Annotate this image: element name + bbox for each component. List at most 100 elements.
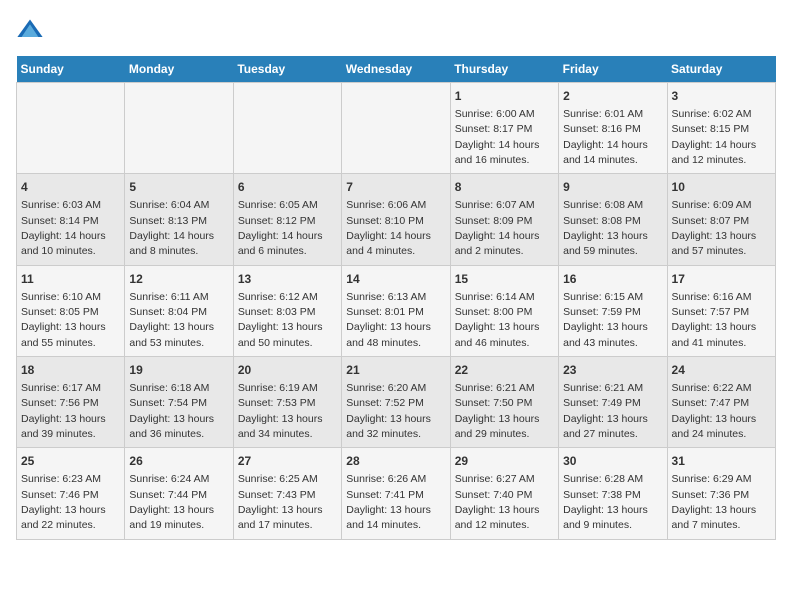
calendar-header-friday: Friday: [559, 56, 667, 83]
calendar-cell: 16 Sunrise: 6:15 AM Sunset: 7:59 PM Dayli…: [559, 265, 667, 356]
calendar-cell: 9 Sunrise: 6:08 AM Sunset: 8:08 PM Daylig…: [559, 174, 667, 265]
day-number: 10: [672, 179, 771, 196]
day-number: 25: [21, 453, 120, 470]
day-info: Sunrise: 6:29 AM Sunset: 7:36 PM Dayligh…: [672, 473, 757, 531]
calendar-header-saturday: Saturday: [667, 56, 775, 83]
calendar-header-monday: Monday: [125, 56, 233, 83]
day-info: Sunrise: 6:21 AM Sunset: 7:49 PM Dayligh…: [563, 382, 648, 440]
calendar-cell: 8 Sunrise: 6:07 AM Sunset: 8:09 PM Daylig…: [450, 174, 558, 265]
calendar-cell: [17, 83, 125, 174]
day-number: 23: [563, 362, 662, 379]
calendar-cell: 5 Sunrise: 6:04 AM Sunset: 8:13 PM Daylig…: [125, 174, 233, 265]
day-number: 22: [455, 362, 554, 379]
day-number: 27: [238, 453, 337, 470]
calendar-cell: 6 Sunrise: 6:05 AM Sunset: 8:12 PM Daylig…: [233, 174, 341, 265]
calendar-cell: 1 Sunrise: 6:00 AM Sunset: 8:17 PM Daylig…: [450, 83, 558, 174]
calendar-cell: 30 Sunrise: 6:28 AM Sunset: 7:38 PM Dayli…: [559, 448, 667, 539]
day-info: Sunrise: 6:17 AM Sunset: 7:56 PM Dayligh…: [21, 382, 106, 440]
day-info: Sunrise: 6:00 AM Sunset: 8:17 PM Dayligh…: [455, 108, 540, 166]
calendar-header-sunday: Sunday: [17, 56, 125, 83]
calendar-cell: 23 Sunrise: 6:21 AM Sunset: 7:49 PM Dayli…: [559, 357, 667, 448]
day-number: 17: [672, 271, 771, 288]
calendar-week-row: 11 Sunrise: 6:10 AM Sunset: 8:05 PM Dayli…: [17, 265, 776, 356]
calendar-cell: 4 Sunrise: 6:03 AM Sunset: 8:14 PM Daylig…: [17, 174, 125, 265]
calendar-cell: 24 Sunrise: 6:22 AM Sunset: 7:47 PM Dayli…: [667, 357, 775, 448]
calendar-cell: 25 Sunrise: 6:23 AM Sunset: 7:46 PM Dayli…: [17, 448, 125, 539]
day-info: Sunrise: 6:05 AM Sunset: 8:12 PM Dayligh…: [238, 199, 323, 257]
day-number: 1: [455, 88, 554, 105]
calendar-cell: 31 Sunrise: 6:29 AM Sunset: 7:36 PM Dayli…: [667, 448, 775, 539]
day-number: 16: [563, 271, 662, 288]
calendar-cell: 27Sunrise: 6:25 AM Sunset: 7:43 PM Dayli…: [233, 448, 341, 539]
day-number: 2: [563, 88, 662, 105]
calendar-header-row: SundayMondayTuesdayWednesdayThursdayFrid…: [17, 56, 776, 83]
day-number: 3: [672, 88, 771, 105]
calendar-cell: 29Sunrise: 6:27 AM Sunset: 7:40 PM Dayli…: [450, 448, 558, 539]
calendar-week-row: 4 Sunrise: 6:03 AM Sunset: 8:14 PM Daylig…: [17, 174, 776, 265]
calendar-header-wednesday: Wednesday: [342, 56, 450, 83]
day-number: 7: [346, 179, 445, 196]
day-info: Sunrise: 6:09 AM Sunset: 8:07 PM Dayligh…: [672, 199, 757, 257]
day-number: 26: [129, 453, 228, 470]
calendar-header-tuesday: Tuesday: [233, 56, 341, 83]
logo-icon: [16, 16, 44, 44]
day-number: 5: [129, 179, 228, 196]
day-number: 19: [129, 362, 228, 379]
calendar-cell: 3 Sunrise: 6:02 AM Sunset: 8:15 PM Daylig…: [667, 83, 775, 174]
day-info: Sunrise: 6:19 AM Sunset: 7:53 PM Dayligh…: [238, 382, 323, 440]
day-info: Sunrise: 6:22 AM Sunset: 7:47 PM Dayligh…: [672, 382, 757, 440]
day-info: Sunrise: 6:23 AM Sunset: 7:46 PM Dayligh…: [21, 473, 106, 531]
calendar-cell: [125, 83, 233, 174]
calendar-header-thursday: Thursday: [450, 56, 558, 83]
day-info: Sunrise: 6:07 AM Sunset: 8:09 PM Dayligh…: [455, 199, 540, 257]
calendar-cell: 26Sunrise: 6:24 AM Sunset: 7:44 PM Dayli…: [125, 448, 233, 539]
logo: [16, 16, 48, 44]
day-info: Sunrise: 6:04 AM Sunset: 8:13 PM Dayligh…: [129, 199, 214, 257]
day-info: Sunrise: 6:01 AM Sunset: 8:16 PM Dayligh…: [563, 108, 648, 166]
day-info: Sunrise: 6:20 AM Sunset: 7:52 PM Dayligh…: [346, 382, 431, 440]
calendar-cell: 11 Sunrise: 6:10 AM Sunset: 8:05 PM Dayli…: [17, 265, 125, 356]
day-info: Sunrise: 6:06 AM Sunset: 8:10 PM Dayligh…: [346, 199, 431, 257]
day-number: 8: [455, 179, 554, 196]
calendar-cell: 17Sunrise: 6:16 AM Sunset: 7:57 PM Dayli…: [667, 265, 775, 356]
day-info: Sunrise: 6:13 AM Sunset: 8:01 PM Dayligh…: [346, 291, 431, 349]
day-number: 31: [672, 453, 771, 470]
day-info: Sunrise: 6:03 AM Sunset: 8:14 PM Dayligh…: [21, 199, 106, 257]
day-number: 4: [21, 179, 120, 196]
calendar-cell: 21 Sunrise: 6:20 AM Sunset: 7:52 PM Dayli…: [342, 357, 450, 448]
calendar-cell: 15Sunrise: 6:14 AM Sunset: 8:00 PM Dayli…: [450, 265, 558, 356]
day-number: 30: [563, 453, 662, 470]
day-info: Sunrise: 6:08 AM Sunset: 8:08 PM Dayligh…: [563, 199, 648, 257]
day-info: Sunrise: 6:28 AM Sunset: 7:38 PM Dayligh…: [563, 473, 648, 531]
day-info: Sunrise: 6:26 AM Sunset: 7:41 PM Dayligh…: [346, 473, 431, 531]
day-number: 24: [672, 362, 771, 379]
calendar-cell: [342, 83, 450, 174]
calendar-cell: [233, 83, 341, 174]
day-number: 12: [129, 271, 228, 288]
day-number: 15: [455, 271, 554, 288]
day-number: 20: [238, 362, 337, 379]
day-number: 28: [346, 453, 445, 470]
day-info: Sunrise: 6:27 AM Sunset: 7:40 PM Dayligh…: [455, 473, 540, 531]
day-number: 6: [238, 179, 337, 196]
day-number: 13: [238, 271, 337, 288]
calendar-cell: 14 Sunrise: 6:13 AM Sunset: 8:01 PM Dayli…: [342, 265, 450, 356]
day-info: Sunrise: 6:15 AM Sunset: 7:59 PM Dayligh…: [563, 291, 648, 349]
day-info: Sunrise: 6:10 AM Sunset: 8:05 PM Dayligh…: [21, 291, 106, 349]
calendar-week-row: 18Sunrise: 6:17 AM Sunset: 7:56 PM Dayli…: [17, 357, 776, 448]
calendar-cell: 20 Sunrise: 6:19 AM Sunset: 7:53 PM Dayli…: [233, 357, 341, 448]
day-info: Sunrise: 6:21 AM Sunset: 7:50 PM Dayligh…: [455, 382, 540, 440]
calendar-cell: 7 Sunrise: 6:06 AM Sunset: 8:10 PM Daylig…: [342, 174, 450, 265]
calendar-cell: 13Sunrise: 6:12 AM Sunset: 8:03 PM Dayli…: [233, 265, 341, 356]
day-number: 14: [346, 271, 445, 288]
calendar-week-row: 25 Sunrise: 6:23 AM Sunset: 7:46 PM Dayli…: [17, 448, 776, 539]
day-number: 21: [346, 362, 445, 379]
calendar-week-row: 1 Sunrise: 6:00 AM Sunset: 8:17 PM Daylig…: [17, 83, 776, 174]
day-number: 11: [21, 271, 120, 288]
calendar-cell: 18Sunrise: 6:17 AM Sunset: 7:56 PM Dayli…: [17, 357, 125, 448]
day-info: Sunrise: 6:02 AM Sunset: 8:15 PM Dayligh…: [672, 108, 757, 166]
calendar-cell: 10 Sunrise: 6:09 AM Sunset: 8:07 PM Dayli…: [667, 174, 775, 265]
calendar-cell: 22 Sunrise: 6:21 AM Sunset: 7:50 PM Dayli…: [450, 357, 558, 448]
day-number: 9: [563, 179, 662, 196]
calendar-cell: 19Sunrise: 6:18 AM Sunset: 7:54 PM Dayli…: [125, 357, 233, 448]
